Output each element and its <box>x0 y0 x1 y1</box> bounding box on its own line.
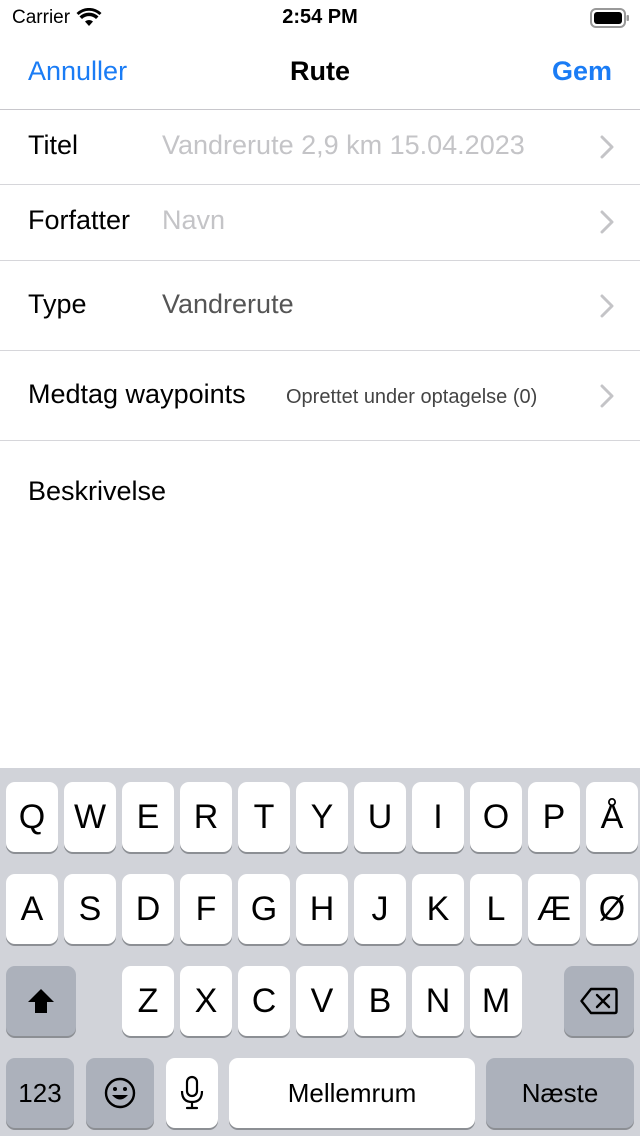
key-h[interactable]: H <box>296 874 348 944</box>
type-row[interactable]: Type Vandrerute <box>0 261 640 351</box>
key-e[interactable]: E <box>122 782 174 852</box>
title-label: Titel <box>28 130 79 160</box>
status-bar: Carrier 2:54 PM <box>0 0 640 36</box>
key-j[interactable]: J <box>354 874 406 944</box>
battery-icon <box>590 8 629 28</box>
save-button[interactable]: Gem <box>552 56 612 87</box>
key-d[interactable]: D <box>122 874 174 944</box>
key-z[interactable]: Z <box>122 966 174 1036</box>
chevron-right-icon <box>600 294 614 318</box>
microphone-key[interactable] <box>166 1058 218 1128</box>
key-y[interactable]: Y <box>296 782 348 852</box>
clock: 2:54 PM <box>282 6 358 28</box>
title-row[interactable]: Titel Vandrerute 2,9 km 15.04.2023 <box>0 110 640 185</box>
delete-icon <box>580 987 618 1015</box>
key-g[interactable]: G <box>238 874 290 944</box>
key-å[interactable]: Å <box>586 782 638 852</box>
key-u[interactable]: U <box>354 782 406 852</box>
key-o[interactable]: O <box>470 782 522 852</box>
type-label: Type <box>28 289 87 319</box>
chevron-right-icon <box>600 210 614 234</box>
next-key[interactable]: Næste <box>486 1058 634 1128</box>
key-w[interactable]: W <box>64 782 116 852</box>
key-ø[interactable]: Ø <box>586 874 638 944</box>
waypoints-value: Oprettet under optagelse (0) <box>286 386 538 408</box>
space-key[interactable]: Mellemrum <box>229 1058 475 1128</box>
key-l[interactable]: L <box>470 874 522 944</box>
title-field[interactable]: Vandrerute 2,9 km 15.04.2023 <box>162 130 525 161</box>
waypoints-row[interactable]: Medtag waypoints Oprettet under optagels… <box>0 351 640 441</box>
author-row[interactable]: Forfatter Navn <box>0 185 640 261</box>
description-input[interactable] <box>0 515 640 765</box>
chevron-right-icon <box>600 384 614 408</box>
description-label: Beskrivelse <box>28 476 167 506</box>
keyboard: 123 Mellemrum Næste QWERTYUIOPÅ ASDFGHJKL… <box>0 768 640 1136</box>
shift-icon <box>28 989 54 1013</box>
key-k[interactable]: K <box>412 874 464 944</box>
shift-key[interactable] <box>6 966 76 1036</box>
key-r[interactable]: R <box>180 782 232 852</box>
key-æ[interactable]: Æ <box>528 874 580 944</box>
key-f[interactable]: F <box>180 874 232 944</box>
delete-key[interactable] <box>564 966 634 1036</box>
emoji-key[interactable] <box>86 1058 154 1128</box>
key-i[interactable]: I <box>412 782 464 852</box>
key-m[interactable]: M <box>470 966 522 1036</box>
navigation-bar: Annuller Rute Gem <box>0 36 640 110</box>
key-s[interactable]: S <box>64 874 116 944</box>
key-t[interactable]: T <box>238 782 290 852</box>
numbers-key[interactable]: 123 <box>6 1058 74 1128</box>
author-field[interactable]: Navn <box>162 205 225 236</box>
author-label: Forfatter <box>28 205 131 235</box>
key-p[interactable]: P <box>528 782 580 852</box>
key-x[interactable]: X <box>180 966 232 1036</box>
key-v[interactable]: V <box>296 966 348 1036</box>
cancel-button[interactable]: Annuller <box>28 56 127 87</box>
key-b[interactable]: B <box>354 966 406 1036</box>
key-a[interactable]: A <box>6 874 58 944</box>
chevron-right-icon <box>600 135 614 159</box>
key-c[interactable]: C <box>238 966 290 1036</box>
microphone-icon <box>180 1075 204 1110</box>
key-q[interactable]: Q <box>6 782 58 852</box>
waypoints-label: Medtag waypoints <box>28 379 246 409</box>
emoji-icon <box>104 1077 136 1109</box>
type-value: Vandrerute <box>162 289 294 319</box>
key-n[interactable]: N <box>412 966 464 1036</box>
